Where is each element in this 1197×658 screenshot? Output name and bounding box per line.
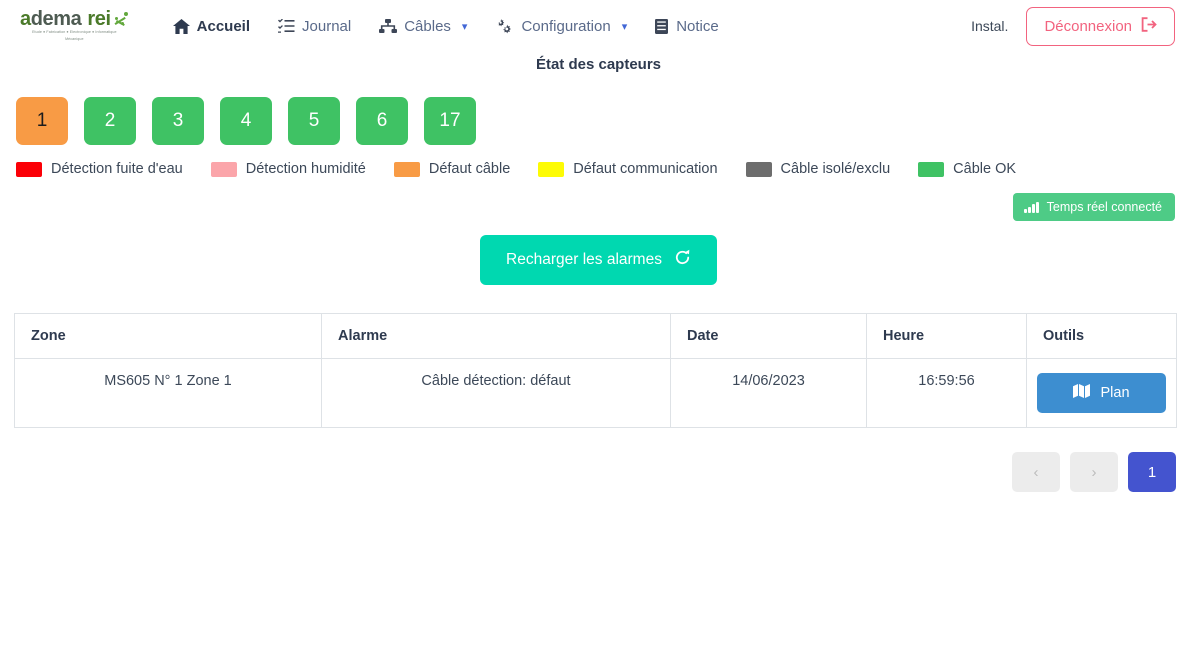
cell-outils: Plan: [1027, 359, 1177, 428]
brand-tagline-line2: Mécanique: [65, 37, 83, 42]
realtime-badge-row: Temps réel connecté: [0, 177, 1197, 221]
logout-button[interactable]: Déconnexion: [1026, 7, 1175, 46]
book-icon: [655, 19, 669, 34]
legend-swatch-icon: [538, 162, 564, 177]
home-icon: [173, 19, 190, 34]
signal-bars-icon: [1024, 202, 1039, 213]
nav-label-accueil: Accueil: [197, 18, 250, 35]
legend-label: Défaut communication: [573, 161, 717, 177]
column-header-heure: Heure: [867, 314, 1027, 359]
page-title: État des capteurs: [0, 56, 1197, 73]
sensor-box-label: 17: [439, 110, 460, 132]
alarms-table: Zone Alarme Date Heure Outils MS605 N° 1…: [14, 313, 1177, 428]
legend-label: Détection fuite d'eau: [51, 161, 183, 177]
legend-swatch-icon: [211, 162, 237, 177]
brand-wordmark: ademarei: [20, 10, 129, 29]
brand-text-rei: rei: [87, 10, 110, 29]
nav-item-accueil[interactable]: Accueil: [159, 12, 264, 41]
legend-item-defaut-communication: Défaut communication: [538, 161, 717, 177]
nav-label-journal: Journal: [302, 18, 351, 35]
nav-label-notice: Notice: [676, 18, 719, 35]
logout-button-label: Déconnexion: [1044, 18, 1132, 35]
alarms-table-container: Zone Alarme Date Heure Outils MS605 N° 1…: [0, 313, 1197, 428]
table-header-row: Zone Alarme Date Heure Outils: [15, 314, 1177, 359]
sensor-box-label: 1: [37, 110, 48, 132]
legend-item-cable-ok: Câble OK: [918, 161, 1016, 177]
pagination-page-label: 1: [1148, 464, 1156, 481]
brand-network-mark-icon: [112, 12, 129, 28]
nav-label-cables: Câbles: [404, 18, 451, 35]
map-icon: [1073, 384, 1090, 402]
legend-item-fuite-eau: Détection fuite d'eau: [16, 161, 183, 177]
navbar-right-section: Instal. Déconnexion: [971, 7, 1175, 46]
pagination-prev-button[interactable]: ‹: [1012, 452, 1060, 492]
nav-label-configuration: Configuration: [521, 18, 610, 35]
sensor-box-17[interactable]: 17: [424, 97, 476, 145]
plan-button[interactable]: Plan: [1037, 373, 1166, 413]
nav-item-journal[interactable]: Journal: [264, 12, 365, 41]
brand-logo[interactable]: ademarei Etude ● Fabrication ● Electroni…: [20, 10, 129, 42]
sensor-box-1[interactable]: 1: [16, 97, 68, 145]
sensor-box-3[interactable]: 3: [152, 97, 204, 145]
sensor-box-label: 3: [173, 110, 184, 132]
chevron-right-icon: ›: [1092, 464, 1097, 481]
realtime-status-label: Temps réel connecté: [1047, 200, 1162, 214]
legend-swatch-icon: [746, 162, 772, 177]
sensor-box-label: 6: [377, 110, 388, 132]
reload-alarms-button[interactable]: Recharger les alarmes: [480, 235, 717, 285]
top-navbar: ademarei Etude ● Fabrication ● Electroni…: [0, 0, 1197, 52]
sign-out-icon: [1141, 17, 1157, 36]
list-check-icon: [278, 19, 295, 33]
nav-item-notice[interactable]: Notice: [641, 12, 733, 41]
cell-heure: 16:59:56: [867, 359, 1027, 428]
legend-item-cable-isole: Câble isolé/exclu: [746, 161, 891, 177]
user-label: Instal.: [971, 18, 1008, 34]
pagination: ‹ › 1: [0, 428, 1197, 492]
sitemap-icon: [379, 19, 397, 34]
chevron-down-icon: ▾: [622, 20, 628, 33]
nav-item-configuration[interactable]: Configuration ▾: [481, 12, 641, 41]
refresh-icon: [674, 249, 691, 271]
column-header-zone: Zone: [15, 314, 322, 359]
sensor-box-5[interactable]: 5: [288, 97, 340, 145]
reload-button-row: Recharger les alarmes: [0, 235, 1197, 285]
sensor-box-label: 4: [241, 110, 252, 132]
legend-label: Câble isolé/exclu: [781, 161, 891, 177]
chevron-down-icon: ▾: [462, 20, 468, 33]
table-row: MS605 N° 1 Zone 1 Câble détection: défau…: [15, 359, 1177, 428]
legend-swatch-icon: [394, 162, 420, 177]
brand-text-dema: dema: [31, 10, 82, 29]
sensor-box-label: 2: [105, 110, 116, 132]
legend-swatch-icon: [918, 162, 944, 177]
legend-item-humidite: Détection humidité: [211, 161, 366, 177]
sensor-box-2[interactable]: 2: [84, 97, 136, 145]
brand-tagline-line1: Etude ● Fabrication ● Electronique ● Inf…: [32, 30, 117, 35]
plan-button-label: Plan: [1100, 385, 1129, 401]
sensor-box-label: 5: [309, 110, 320, 132]
legend-swatch-icon: [16, 162, 42, 177]
legend-item-defaut-cable: Défaut câble: [394, 161, 510, 177]
pagination-next-button[interactable]: ›: [1070, 452, 1118, 492]
realtime-status-badge: Temps réel connecté: [1013, 193, 1175, 221]
chevron-left-icon: ‹: [1034, 464, 1039, 481]
reload-alarms-label: Recharger les alarmes: [506, 251, 662, 269]
sensor-box-6[interactable]: 6: [356, 97, 408, 145]
column-header-date: Date: [671, 314, 867, 359]
pagination-page-1-button[interactable]: 1: [1128, 452, 1176, 492]
legend-label: Câble OK: [953, 161, 1016, 177]
cell-zone: MS605 N° 1 Zone 1: [15, 359, 322, 428]
main-navigation: Accueil Journal Câbles ▾: [159, 12, 733, 41]
brand-letter-a: a: [20, 10, 31, 29]
status-legend: Détection fuite d'eau Détection humidité…: [0, 145, 1197, 177]
legend-label: Détection humidité: [246, 161, 366, 177]
sensor-box-4[interactable]: 4: [220, 97, 272, 145]
gears-icon: [495, 19, 514, 34]
legend-label: Défaut câble: [429, 161, 510, 177]
sensor-status-list: 1 2 3 4 5 6 17: [0, 73, 1197, 145]
column-header-alarme: Alarme: [322, 314, 671, 359]
cell-date: 14/06/2023: [671, 359, 867, 428]
nav-item-cables[interactable]: Câbles ▾: [365, 12, 481, 41]
cell-alarme: Câble détection: défaut: [322, 359, 671, 428]
column-header-outils: Outils: [1027, 314, 1177, 359]
